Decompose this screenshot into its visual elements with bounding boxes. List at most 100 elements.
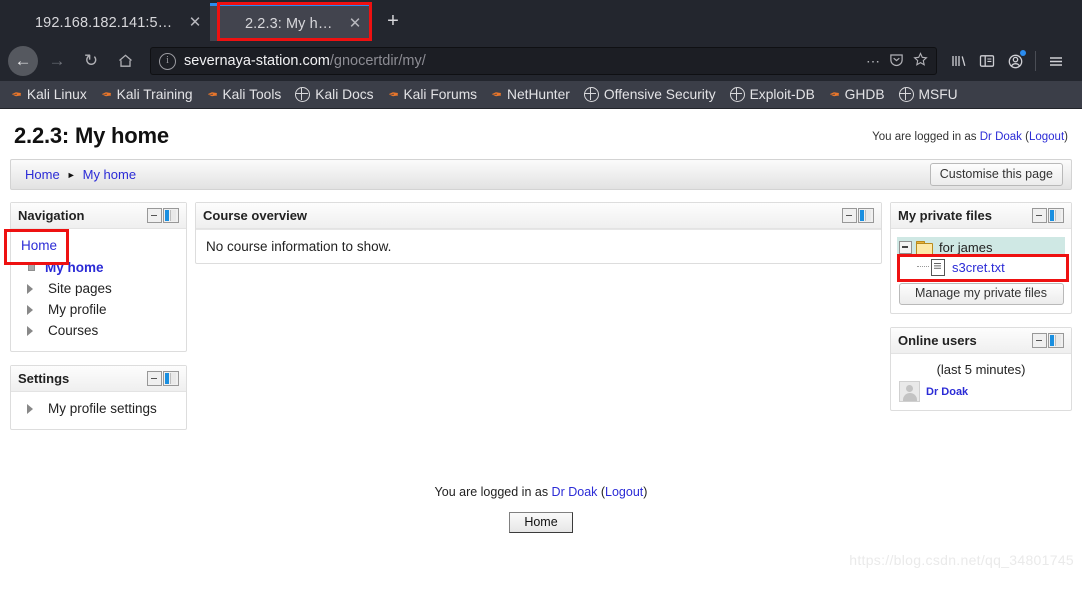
forward-arrow-icon[interactable]: →: [42, 46, 72, 76]
bookmark-label: MSFU: [918, 87, 958, 102]
account-icon[interactable]: [1001, 47, 1029, 75]
dock-icon[interactable]: [1048, 333, 1064, 348]
nav-item-home[interactable]: Home: [17, 235, 180, 257]
dragon-icon: ✒: [11, 86, 22, 102]
nav-item-label: My home: [45, 260, 104, 275]
close-icon[interactable]: ✕: [344, 13, 366, 35]
bookmark-exploit-db[interactable]: Exploit-DB: [723, 87, 822, 102]
avatar: [899, 381, 920, 402]
bookmark-label: Kali Linux: [26, 87, 87, 102]
globe-icon: [295, 87, 311, 102]
url-text: severnaya-station.com/gnocertdir/my/: [184, 53, 857, 69]
bookmark-offensive-security[interactable]: Offensive Security: [577, 87, 723, 102]
settings-item-my-profile-settings[interactable]: My profile settings: [17, 398, 180, 419]
block-title: Navigation: [18, 208, 85, 223]
dock-icon[interactable]: [1048, 208, 1064, 223]
tab-title: 2.2.3: My home: [245, 15, 340, 32]
folder-icon: [916, 240, 933, 255]
page-columns: Navigation Home My home Site pages My pr…: [10, 202, 1072, 443]
account-badge-dot: [1020, 50, 1026, 56]
info-circle-icon[interactable]: i: [159, 52, 176, 70]
chevron-right-icon[interactable]: [27, 325, 39, 336]
bookmark-kali-linux[interactable]: ✒ Kali Linux: [4, 87, 94, 103]
left-column: Navigation Home My home Site pages My pr…: [10, 202, 187, 443]
ellipsis-icon[interactable]: ⋯: [866, 53, 880, 70]
pocket-icon[interactable]: [889, 52, 904, 70]
bookmark-label: Exploit-DB: [749, 87, 815, 102]
bullet-icon: [28, 264, 35, 271]
footer-home-button[interactable]: Home: [509, 512, 573, 533]
bookmark-kali-training[interactable]: ✒ Kali Training: [94, 87, 200, 103]
url-bar[interactable]: i severnaya-station.com/gnocertdir/my/ ⋯: [150, 47, 937, 75]
course-overview-body: No course information to show.: [196, 229, 881, 263]
right-column: My private files for james s3cret.txt Ma…: [890, 202, 1072, 424]
dock-icon[interactable]: [858, 208, 874, 223]
chevron-right-icon[interactable]: [27, 304, 39, 315]
footer-user-link[interactable]: Dr Doak: [552, 485, 598, 499]
page-title: 2.2.3: My home: [14, 123, 169, 148]
nav-item-label: My profile: [48, 302, 107, 317]
online-user-row[interactable]: Dr Doak: [899, 381, 1063, 402]
bookmark-ghdb[interactable]: ✒ GHDB: [822, 87, 892, 103]
file-tree-folder-row[interactable]: for james: [897, 237, 1065, 257]
chevron-right-icon[interactable]: [27, 283, 39, 294]
dragon-icon: ✒: [387, 86, 399, 102]
nav-item-my-home[interactable]: My home: [17, 257, 180, 278]
dragon-icon: ✒: [206, 86, 218, 102]
file-tree: for james s3cret.txt: [897, 237, 1069, 282]
footer-logout-link[interactable]: Logout: [605, 485, 643, 499]
logout-link[interactable]: Logout: [1029, 131, 1064, 143]
home-icon[interactable]: [110, 46, 140, 76]
bookmark-msfu[interactable]: MSFU: [892, 87, 965, 102]
chevron-right-icon[interactable]: [27, 403, 39, 414]
collapse-toggle-icon[interactable]: [899, 240, 912, 254]
bookmark-kali-docs[interactable]: Kali Docs: [288, 87, 380, 102]
bookmark-nethunter[interactable]: ✒ NetHunter: [484, 87, 577, 103]
nav-item-label: Courses: [48, 323, 99, 338]
block-course-overview: Course overview No course information to…: [195, 202, 882, 264]
url-path: /gnocertdir/my/: [329, 53, 426, 69]
block-header: Online users: [891, 328, 1071, 354]
collapse-icon[interactable]: [147, 208, 162, 223]
block-settings: Settings My profile settings: [10, 365, 187, 430]
browser-tab-2[interactable]: 2.2.3: My home ✕: [210, 3, 370, 41]
toolbar-icons: [945, 47, 1074, 75]
collapse-icon[interactable]: [1032, 333, 1047, 348]
browser-tab-1[interactable]: 192.168.182.141:55007/ ✕: [0, 4, 210, 41]
bookmark-kali-tools[interactable]: ✒ Kali Tools: [200, 87, 289, 103]
online-user-name[interactable]: Dr Doak: [926, 386, 968, 398]
footer-login-status: You are logged in as Dr Doak (Logout): [10, 485, 1072, 499]
new-tab-button[interactable]: +: [378, 7, 408, 37]
logout-close: ): [1064, 131, 1068, 143]
breadcrumb-item-home[interactable]: Home: [25, 167, 60, 182]
manage-private-files-button[interactable]: Manage my private files: [898, 283, 1064, 305]
collapse-icon[interactable]: [1032, 208, 1047, 223]
dock-icon[interactable]: [163, 208, 179, 223]
sidebar-icon[interactable]: [973, 47, 1001, 75]
bookmark-kali-forums[interactable]: ✒ Kali Forums: [381, 87, 485, 103]
back-arrow-icon[interactable]: ←: [8, 46, 38, 76]
breadcrumb-item-my-home[interactable]: My home: [83, 167, 136, 182]
block-controls: [147, 371, 179, 386]
collapse-icon[interactable]: [842, 208, 857, 223]
star-icon[interactable]: [913, 52, 928, 70]
dragon-icon: ✒: [100, 86, 112, 102]
collapse-icon[interactable]: [147, 371, 162, 386]
library-icon[interactable]: [945, 47, 973, 75]
reload-icon[interactable]: ↻: [76, 46, 106, 76]
dock-icon[interactable]: [163, 371, 179, 386]
close-icon[interactable]: ✕: [184, 12, 206, 34]
nav-item-courses[interactable]: Courses: [17, 320, 180, 341]
hamburger-menu-icon[interactable]: [1042, 47, 1070, 75]
file-tree-file-row[interactable]: s3cret.txt: [897, 257, 1065, 277]
nav-item-my-profile[interactable]: My profile: [17, 299, 180, 320]
nav-item-site-pages[interactable]: Site pages: [17, 278, 180, 299]
moodle-icon: [222, 16, 238, 32]
customise-this-page-button[interactable]: Customise this page: [929, 163, 1063, 186]
file-link[interactable]: s3cret.txt: [952, 260, 1005, 275]
tab-strip: 192.168.182.141:55007/ ✕ 2.2.3: My home …: [0, 0, 1082, 41]
user-link[interactable]: Dr Doak: [980, 131, 1022, 143]
block-header: Navigation: [11, 203, 186, 229]
block-controls: [147, 208, 179, 223]
bookmark-label: Kali Training: [116, 87, 193, 102]
